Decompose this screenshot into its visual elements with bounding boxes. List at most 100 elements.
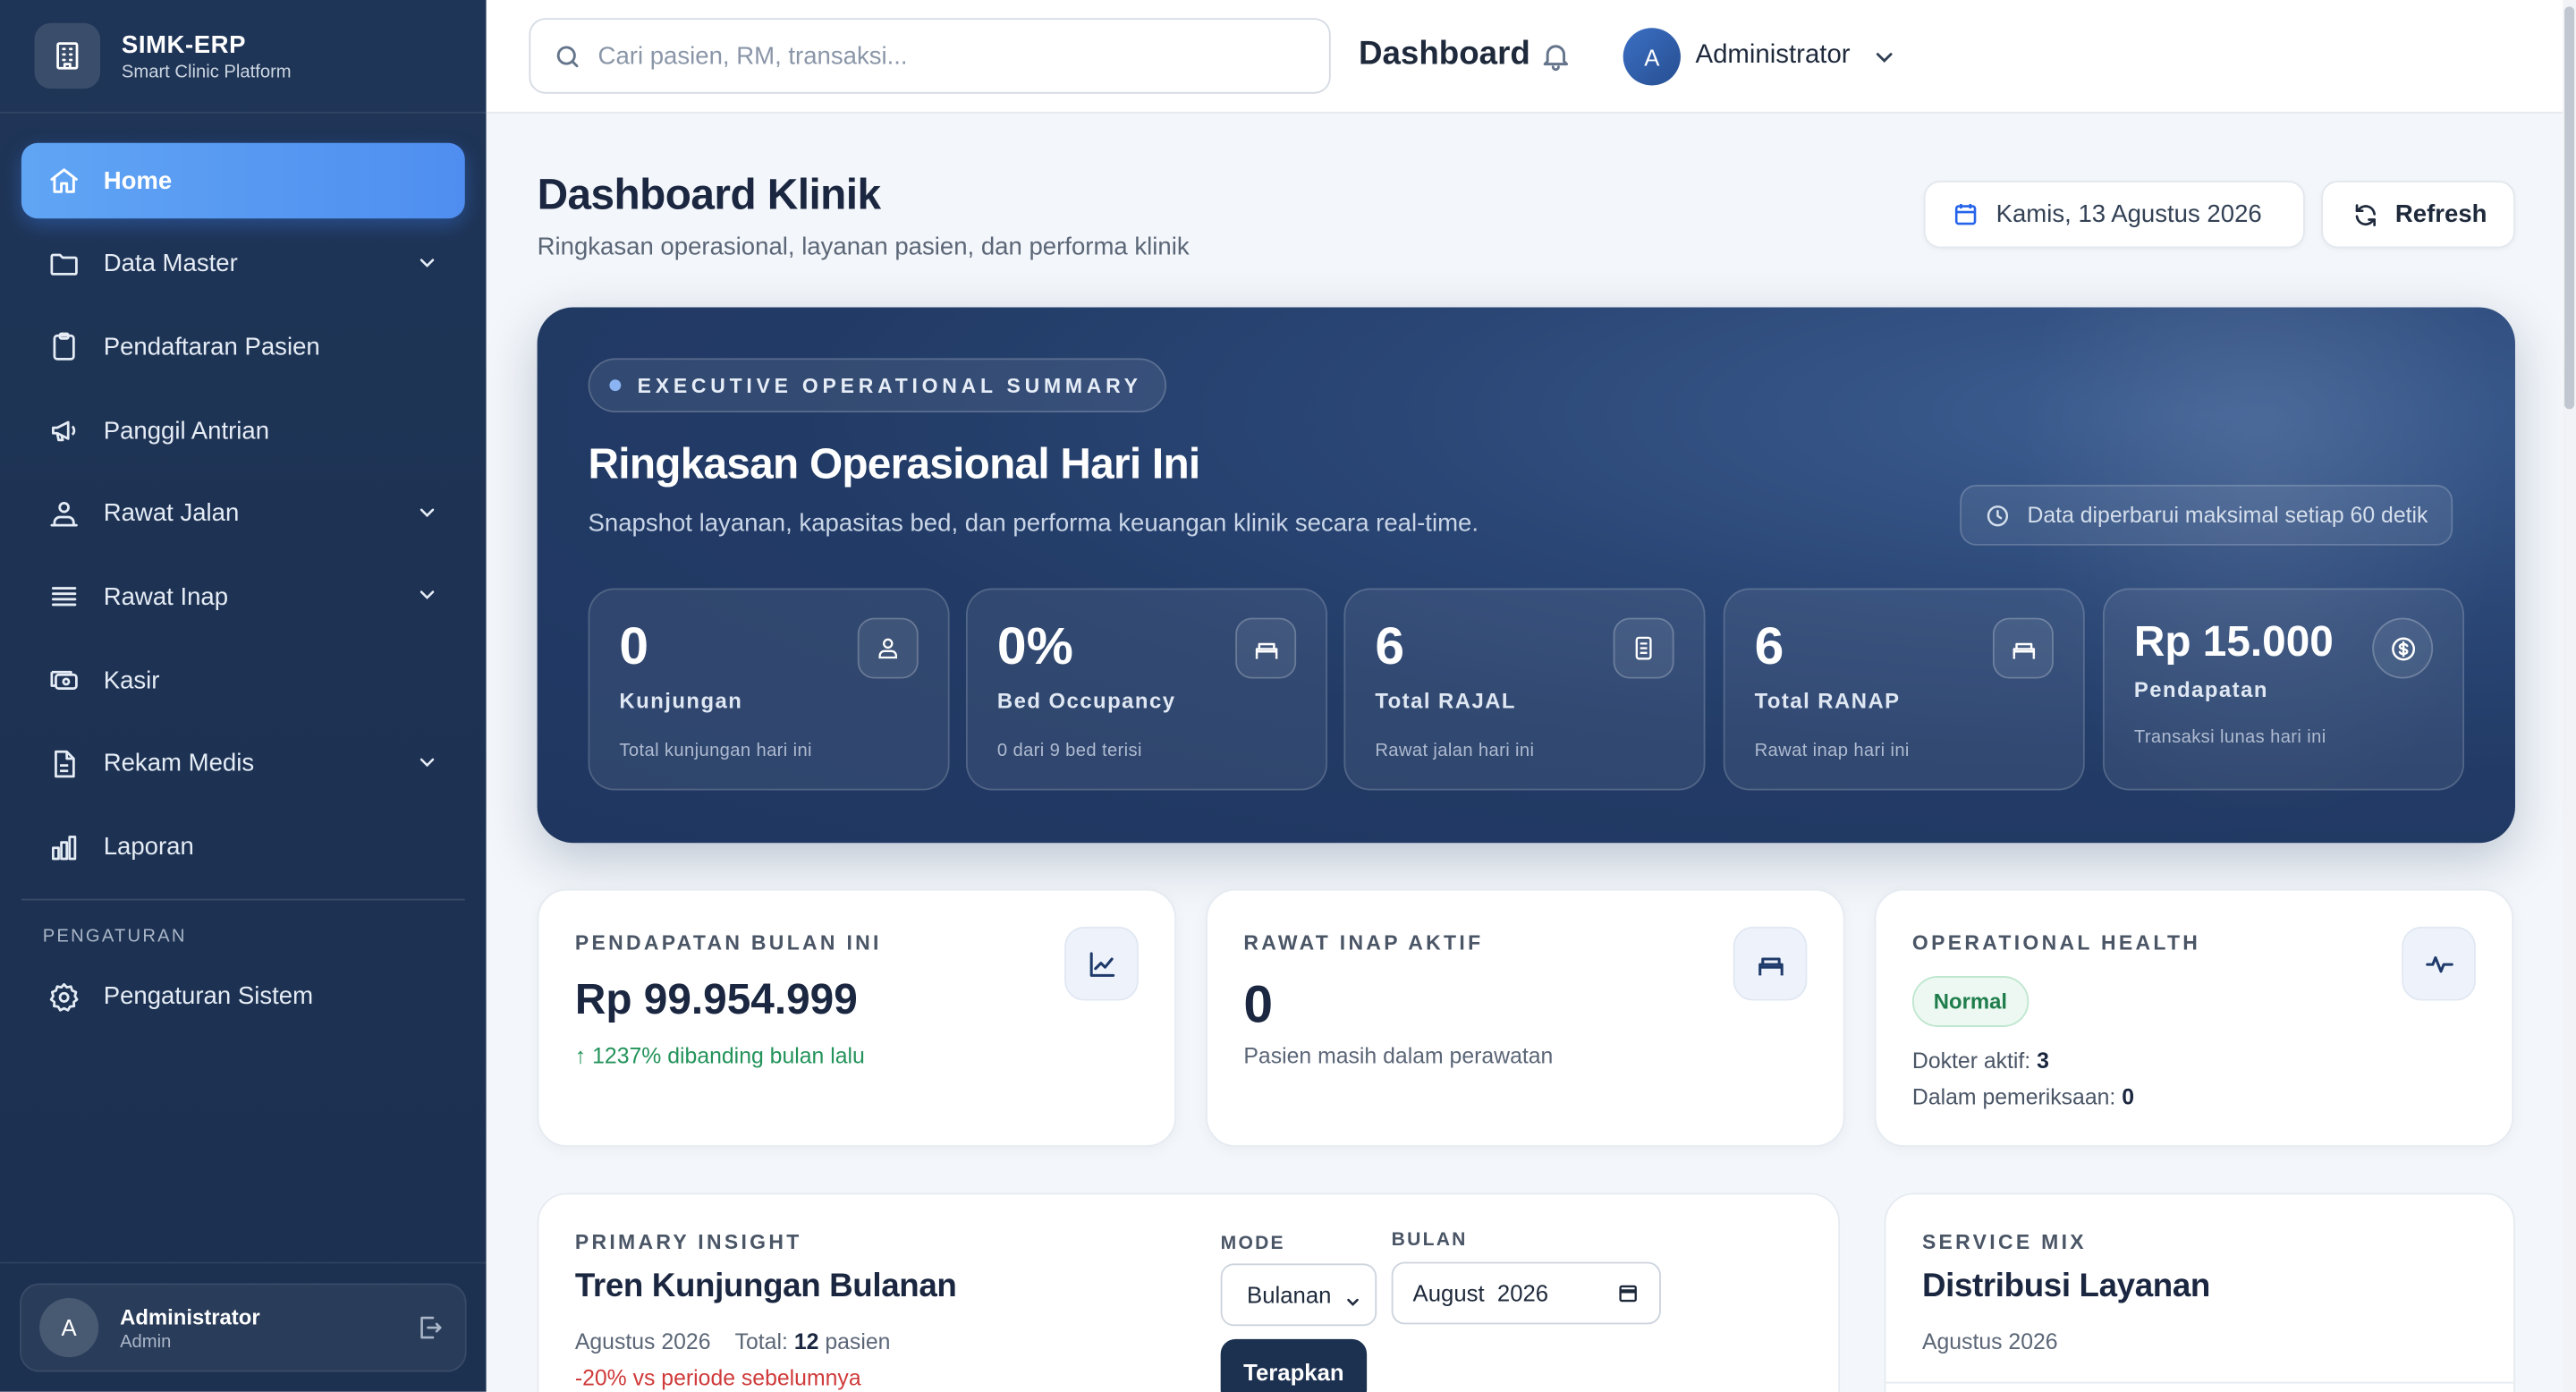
refresh-button[interactable]: Refresh — [2321, 181, 2515, 249]
refresh-icon — [2352, 201, 2378, 227]
sidebar-item-label: Panggil Antrian — [103, 416, 270, 445]
kpi-value: 0 — [619, 615, 649, 675]
sidebar-item-label: Data Master — [103, 250, 238, 278]
kpi-label: Pendapatan — [2133, 676, 2268, 702]
card-divider — [1885, 1381, 2514, 1384]
pill-dot — [609, 379, 622, 392]
insight-total-unit: pasien — [825, 1328, 891, 1354]
building-icon — [34, 22, 101, 89]
card-label: PENDAPATAN BULAN INI — [574, 931, 882, 955]
search-icon — [554, 42, 581, 70]
exam-value: 0 — [2122, 1084, 2135, 1109]
sidebar-item-panggil-antrian[interactable]: Panggil Antrian — [21, 393, 465, 468]
scrollbar[interactable] — [2563, 0, 2576, 1392]
chevron-down-icon — [416, 501, 439, 530]
search-input[interactable] — [597, 41, 1256, 71]
sidebar-user-card[interactable]: A Administrator Admin — [20, 1283, 467, 1372]
kpi-foot: Rawat jalan hari ini — [1375, 741, 1535, 761]
main-content: Dashboard Klinik Ringkasan operasional, … — [486, 113, 2563, 1392]
insight-total-label: Total: — [734, 1328, 788, 1354]
gear-icon — [47, 980, 80, 1014]
cash-icon — [47, 664, 80, 697]
hero-subtitle: Snapshot layanan, kapasitas bed, dan per… — [588, 509, 1479, 538]
month-input[interactable]: August 2026 — [1391, 1261, 1661, 1325]
revenue-change: ↑ 1237% dibanding bulan lalu — [574, 1043, 865, 1068]
user-icon — [857, 617, 919, 679]
home-icon — [47, 165, 80, 198]
clock-icon — [1985, 502, 2011, 528]
bell-icon[interactable] — [1539, 39, 1572, 81]
kpi-label: Total RANAP — [1754, 688, 1901, 714]
brand-title: SIMK-ERP — [121, 30, 247, 59]
sidebar-item-pengaturan-sistem[interactable]: Pengaturan Sistem — [21, 959, 465, 1034]
kpi-label: Total RAJAL — [1375, 688, 1516, 714]
user-walk-icon — [47, 497, 80, 530]
insight-period: Agustus 2026 — [574, 1328, 711, 1354]
sidebar-item-label: Laporan — [103, 833, 194, 862]
activity-icon — [2402, 926, 2476, 1001]
card-label: SERVICE MIX — [1921, 1230, 2087, 1254]
sidebar-item-rawat-inap[interactable]: Rawat Inap — [21, 559, 465, 634]
avatar[interactable]: A — [1623, 28, 1681, 86]
sidebar-item-rekam-medis[interactable]: Rekam Medis — [21, 726, 465, 801]
kpi-value: 6 — [1375, 615, 1405, 675]
sidebar-item-kasir[interactable]: Kasir — [21, 642, 465, 717]
sidebar-item-data-master[interactable]: Data Master — [21, 226, 465, 301]
kpi-foot: 0 dari 9 bed terisi — [996, 741, 1142, 761]
kpi-foot: Total kunjungan hari ini — [619, 741, 812, 761]
date-button[interactable]: Kamis, 13 Agustus 2026 — [1923, 181, 2305, 249]
kpi-card-bed-occupancy[interactable]: 0% Bed Occupancy 0 dari 9 bed terisi — [965, 588, 1328, 791]
card-label: PRIMARY INSIGHT — [574, 1230, 802, 1254]
sidebar-item-home[interactable]: Home — [21, 142, 465, 219]
app-root: SIMK-ERP Smart Clinic Platform Home Data… — [0, 0, 2576, 1392]
calendar-icon[interactable] — [1616, 1282, 1640, 1310]
kpi-label: Kunjungan — [619, 688, 743, 714]
page-subtitle: Ringkasan operasional, layanan pasien, d… — [537, 233, 1190, 262]
kpi-label: Bed Occupancy — [996, 688, 1176, 714]
search-box[interactable] — [529, 18, 1331, 94]
operational-health-card: OPERATIONAL HEALTH Normal Dokter aktif: … — [1874, 888, 2514, 1148]
executive-summary-card: EXECUTIVE OPERATIONAL SUMMARY Ringkasan … — [537, 307, 2515, 844]
primary-insight-card: PRIMARY INSIGHT Tren Kunjungan Bulanan A… — [537, 1193, 1841, 1392]
kpi-card-pendapatan[interactable]: Rp 15.000 Pendapatan Transaksi lunas har… — [2102, 588, 2465, 791]
month-label: BULAN — [1391, 1230, 1468, 1251]
megaphone-icon — [47, 414, 80, 447]
kpi-foot: Transaksi lunas hari ini — [2133, 727, 2326, 748]
status-badge: Normal — [1911, 975, 2029, 1027]
document-icon — [1613, 617, 1674, 679]
kpi-card-total-rajal[interactable]: 6 Total RAJAL Rawat jalan hari ini — [1343, 588, 1706, 791]
avatar: A — [39, 1297, 99, 1358]
refresh-note-label: Data diperbarui maksimal setiap 60 detik — [2027, 503, 2428, 528]
user-role: Admin — [120, 1331, 172, 1352]
kpi-value: 0% — [996, 615, 1073, 675]
calendar-icon — [1952, 200, 1979, 228]
chevron-down-icon — [416, 250, 439, 280]
card-label: RAWAT INAP AKTIF — [1243, 931, 1484, 955]
user-name: Administrator — [120, 1303, 260, 1328]
kpi-card-total-ranap[interactable]: 6 Total RANAP Rawat inap hari ini — [1723, 588, 2085, 791]
kpi-card-kunjungan[interactable]: 0 Kunjungan Total kunjungan hari ini — [588, 588, 950, 791]
revenue-month-card: PENDAPATAN BULAN INI Rp 99.954.999 ↑ 123… — [537, 888, 1177, 1148]
apply-button[interactable]: Terapkan — [1220, 1338, 1368, 1392]
date-label: Kamis, 13 Agustus 2026 — [1996, 200, 2262, 229]
clipboard-icon — [47, 331, 80, 364]
logout-icon[interactable] — [416, 1313, 445, 1351]
bar-chart-icon — [47, 830, 80, 863]
chevron-down-icon[interactable] — [1871, 45, 1897, 80]
summary-pill: EXECUTIVE OPERATIONAL SUMMARY — [588, 358, 1167, 413]
insight-change: -20% vs periode sebelumnya — [574, 1365, 861, 1390]
brand[interactable]: SIMK-ERP Smart Clinic Platform — [0, 0, 487, 114]
sidebar-item-label: Pengaturan Sistem — [103, 982, 314, 1011]
sidebar-item-laporan[interactable]: Laporan — [21, 810, 465, 885]
user-menu-name[interactable]: Administrator — [1695, 41, 1850, 71]
sidebar-item-rawat-jalan[interactable]: Rawat Jalan — [21, 476, 465, 551]
scrollbar-thumb[interactable] — [2564, 6, 2575, 410]
mode-select[interactable]: Bulanan — [1220, 1263, 1377, 1327]
document-icon — [47, 747, 80, 780]
doctors-value: 3 — [2037, 1048, 2049, 1074]
doctors-active: Dokter aktif: 3 — [1912, 1048, 2049, 1074]
sidebar-item-label: Home — [103, 166, 173, 195]
page-title: Dashboard Klinik — [537, 169, 881, 219]
sidebar-item-pendaftaran-pasien[interactable]: Pendaftaran Pasien — [21, 310, 465, 385]
card-label: OPERATIONAL HEALTH — [1911, 931, 2201, 955]
